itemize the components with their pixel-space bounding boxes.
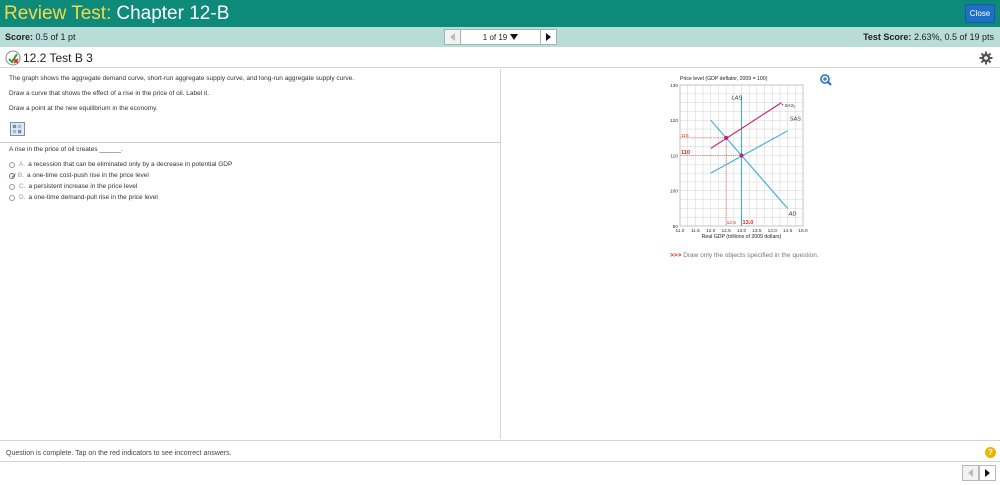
caret-down-icon (510, 34, 519, 40)
graph-note: >>> Draw only the objects specified in t… (670, 252, 819, 259)
question-select[interactable]: 1 of 19 (461, 29, 540, 45)
option-a[interactable]: A. a recession that can be eliminated on… (9, 160, 232, 169)
next-button[interactable] (979, 465, 996, 481)
option-text: a one-time demand-pull rise in the price… (28, 194, 158, 201)
score-label: Score: (5, 32, 34, 42)
series-label: LAS (732, 96, 743, 102)
question-panel: The graph shows the aggregate demand cur… (0, 69, 500, 440)
option-text: a persistent increase in the price level (28, 183, 138, 190)
question-pager: 1 of 19 (444, 29, 557, 45)
x-tick-label: 15.0 (798, 228, 808, 234)
arrow-left-icon (968, 469, 973, 477)
radio-c[interactable] (9, 183, 15, 190)
next-question-button[interactable] (540, 29, 557, 45)
annotation-label: 115 (681, 133, 689, 139)
equilibrium-point (724, 135, 729, 140)
radio-a[interactable] (9, 161, 15, 168)
series-endpoint-dot (781, 104, 784, 106)
checkmark-icon: ✓ (11, 172, 17, 180)
instruction-2: Draw a curve that shows the effect of a … (9, 90, 210, 97)
gear-icon[interactable] (979, 51, 993, 65)
x-tick-label: 11.5 (691, 228, 700, 234)
aggregate-supply-demand-chart[interactable]: Price level (GDP deflator, 2009 = 100)90… (668, 73, 833, 248)
y-tick-label: 110 (670, 153, 678, 159)
previous-question-button[interactable] (444, 29, 461, 45)
score-bar: Score: 0.5 of 1 pt 1 of 19 Test Score: 2… (0, 27, 1000, 47)
x-tick-label: 14.5 (783, 228, 793, 234)
annotation-label: 13.0 (743, 220, 754, 226)
score: Score: 0.5 of 1 pt (5, 32, 76, 42)
score-value: 0.5 of 1 pt (35, 32, 76, 42)
graph-tool-icon[interactable] (10, 122, 25, 136)
annotation-label: 12.5 (727, 220, 737, 226)
option-letter: C. (19, 183, 26, 190)
radio-d[interactable] (9, 194, 15, 201)
graph-note-prefix: >>> (670, 252, 682, 259)
title-bar: Review Test: Chapter 12-B Close (0, 0, 1000, 27)
test-score-label: Test Score: (863, 32, 912, 42)
equilibrium-point (739, 153, 744, 158)
option-letter: B. (17, 172, 25, 179)
chart-title: Price level (GDP deflator, 2009 = 100) (680, 76, 768, 82)
annotation-label: 110 (681, 150, 690, 156)
y-tick-label: 130 (670, 83, 678, 89)
option-text: a recession that can be eliminated only … (28, 161, 233, 168)
bottom-nav (962, 465, 996, 481)
page-title-prefix: Review Test: (4, 2, 112, 24)
test-score: Test Score: 2.63%, 0.5 of 19 pts (863, 32, 994, 42)
question-text: A rise in the price of oil creates _____… (9, 146, 123, 153)
bottom-bar (0, 461, 1000, 485)
panel-divider (500, 69, 501, 439)
x-tick-label: 11.0 (676, 228, 685, 234)
footer-divider (0, 440, 1000, 441)
option-text: a one-time cost-push rise in the price l… (27, 172, 149, 179)
option-b[interactable]: ✓ B. a one-time cost-push rise in the pr… (9, 171, 149, 180)
instruction-3: Draw a point at the new equilibrium in t… (9, 105, 158, 112)
option-letter: D. (19, 194, 26, 201)
partial-credit-icon (5, 50, 21, 66)
help-icon[interactable]: ? (985, 447, 996, 458)
arrow-right-icon (985, 469, 990, 477)
question-header: 12.2 Test B 3 (0, 48, 1000, 68)
graph-note-text: Draw only the objects specified in the q… (683, 252, 819, 259)
graph-panel[interactable]: Price level (GDP deflator, 2009 = 100) 90… (668, 73, 833, 248)
pager-text: 1 of 19 (482, 32, 508, 42)
option-d[interactable]: D. a one-time demand-pull rise in the pr… (9, 193, 158, 202)
status-message: Question is complete. Tap on the red ind… (6, 450, 232, 457)
arrow-left-icon (450, 33, 455, 41)
x-axis-label: Real GDP (trillions of 2009 dollars) (702, 234, 782, 240)
app-window: Review Test: Chapter 12-B Close Score: 0… (0, 0, 1000, 485)
close-button[interactable]: Close (965, 4, 995, 23)
divider (0, 142, 500, 143)
test-score-value: 2.63%, 0.5 of 19 pts (913, 32, 994, 42)
y-tick-label: 100 (670, 189, 678, 195)
series-label: SAS₁ (784, 103, 795, 108)
option-letter: A. (19, 161, 26, 168)
option-c[interactable]: C. a persistent increase in the price le… (9, 182, 137, 191)
y-tick-label: 120 (670, 118, 678, 124)
page-title: Chapter 12-B (116, 2, 230, 24)
arrow-right-icon (546, 33, 551, 41)
instruction-1: The graph shows the aggregate demand cur… (9, 75, 355, 82)
series-label: SAS (790, 116, 801, 122)
question-title: 12.2 Test B 3 (23, 51, 93, 65)
previous-button[interactable] (962, 465, 979, 481)
zoom-in-icon[interactable] (820, 74, 832, 86)
series-label: AD (788, 211, 797, 217)
